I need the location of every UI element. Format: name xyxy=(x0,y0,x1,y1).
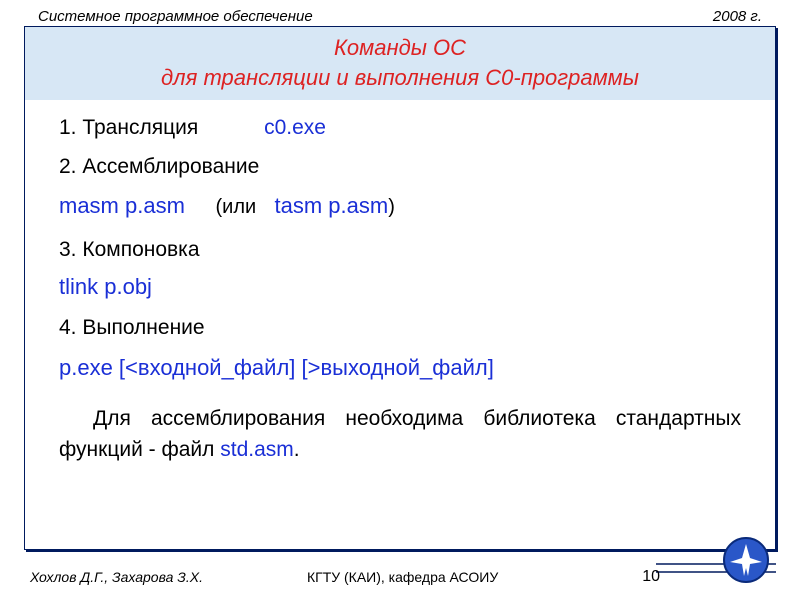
title-line-1: Команды ОС xyxy=(35,33,765,63)
masm-command: masm p.asm xyxy=(59,193,185,218)
tasm-command: tasm p.asm xyxy=(275,193,389,218)
std-asm-file: std.asm xyxy=(220,438,294,461)
slide-content: 1. Трансляция c0.exe 2. Ассемблирование … xyxy=(25,100,775,473)
or-close: ) xyxy=(388,196,395,218)
header-subject: Системное программное обеспечение xyxy=(38,8,313,25)
title-line-2: для трансляции и выполнения С0-программы xyxy=(35,63,765,93)
step-4-label: 4. Выполнение xyxy=(59,312,741,345)
slide-title: Команды ОС для трансляции и выполнения С… xyxy=(25,27,775,100)
step-1: 1. Трансляция c0.exe xyxy=(59,112,741,145)
step-4-command: p.exe [<входной_файл] [>выходной_файл] xyxy=(59,351,741,385)
step-2-label: 2. Ассемблирование xyxy=(59,151,741,184)
note-text-end: . xyxy=(294,438,300,461)
slide-frame: Команды ОС для трансляции и выполнения С… xyxy=(24,26,776,550)
page-header: Системное программное обеспечение 2008 г… xyxy=(0,0,800,29)
footer-page-number: 10 xyxy=(642,568,660,586)
or-open: (или xyxy=(215,196,256,218)
step-1-command: c0.exe xyxy=(264,116,326,139)
note-paragraph: Для ассемблирования необходима библиотек… xyxy=(59,403,741,466)
step-3-command: tlink p.obj xyxy=(59,270,741,304)
header-year: 2008 г. xyxy=(713,8,762,25)
page-footer: Хохлов Д.Г., Захарова З.Х. КГТУ (КАИ), к… xyxy=(30,568,770,586)
step-2-command-line: masm p.asm (или tasm p.asm) xyxy=(59,189,741,223)
footer-org: КГТУ (КАИ), кафедра АСОИУ xyxy=(163,569,642,585)
step-1-label: 1. Трансляция xyxy=(59,116,198,139)
step-3-label: 3. Компоновка xyxy=(59,234,741,267)
note-text: Для ассемблирования необходима библиотек… xyxy=(59,407,741,462)
